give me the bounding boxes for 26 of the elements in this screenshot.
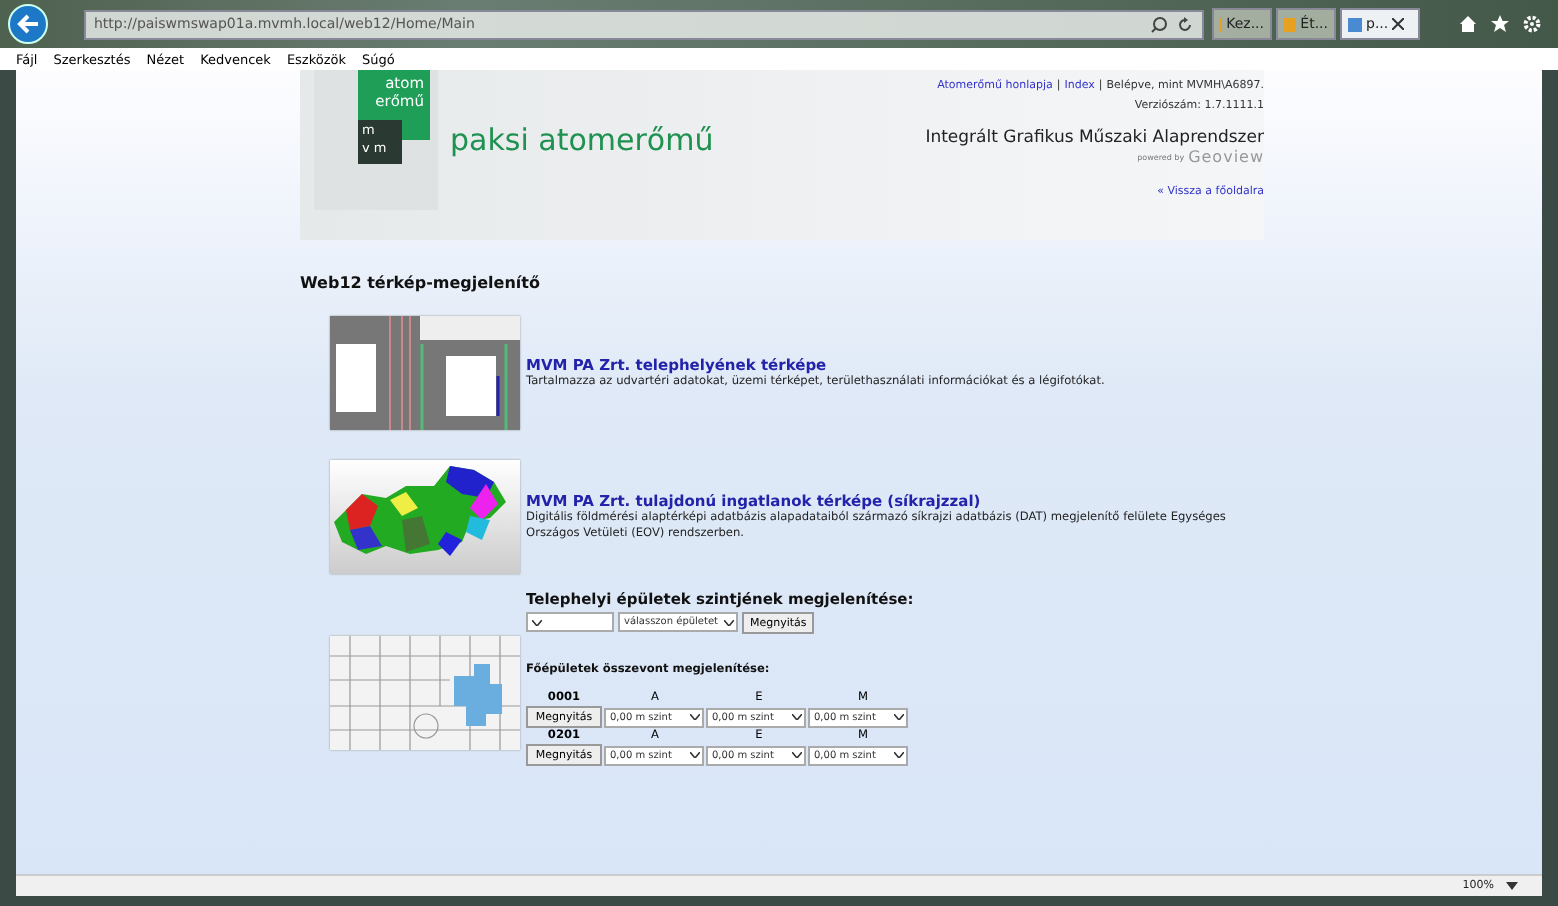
star-icon[interactable] xyxy=(1490,14,1510,34)
page-icon xyxy=(1284,17,1297,31)
page-title: Web12 térkép-megjelenítő xyxy=(300,274,542,292)
caret-icon xyxy=(894,714,904,720)
caret-icon xyxy=(792,714,802,720)
page-icon xyxy=(1348,17,1362,31)
floor-plan-thumbnail[interactable] xyxy=(330,636,520,750)
brand-name: paksi atomerőmű xyxy=(450,122,714,162)
close-icon[interactable] xyxy=(1392,18,1405,30)
caret-icon xyxy=(724,619,734,625)
search-icon[interactable] xyxy=(1150,15,1168,33)
home-icon[interactable] xyxy=(1458,14,1478,34)
arrow-left-icon xyxy=(14,10,42,38)
caret-icon xyxy=(690,714,700,720)
system-title: Integrált Grafikus Műszaki Alaprendszer xyxy=(925,128,1264,148)
caret-icon[interactable] xyxy=(1506,882,1518,890)
settings-icon[interactable] xyxy=(1522,14,1542,34)
country-map-thumbnail[interactable] xyxy=(330,460,520,574)
refresh-icon[interactable] xyxy=(1176,15,1194,33)
site-map-thumbnail[interactable] xyxy=(330,316,520,430)
back-button[interactable] xyxy=(8,4,48,44)
caret-icon xyxy=(894,752,904,758)
caret-icon xyxy=(690,752,700,758)
caret-icon xyxy=(792,752,802,758)
vendor-logo-text: Geoview xyxy=(1188,148,1264,166)
caret-icon xyxy=(532,619,542,625)
